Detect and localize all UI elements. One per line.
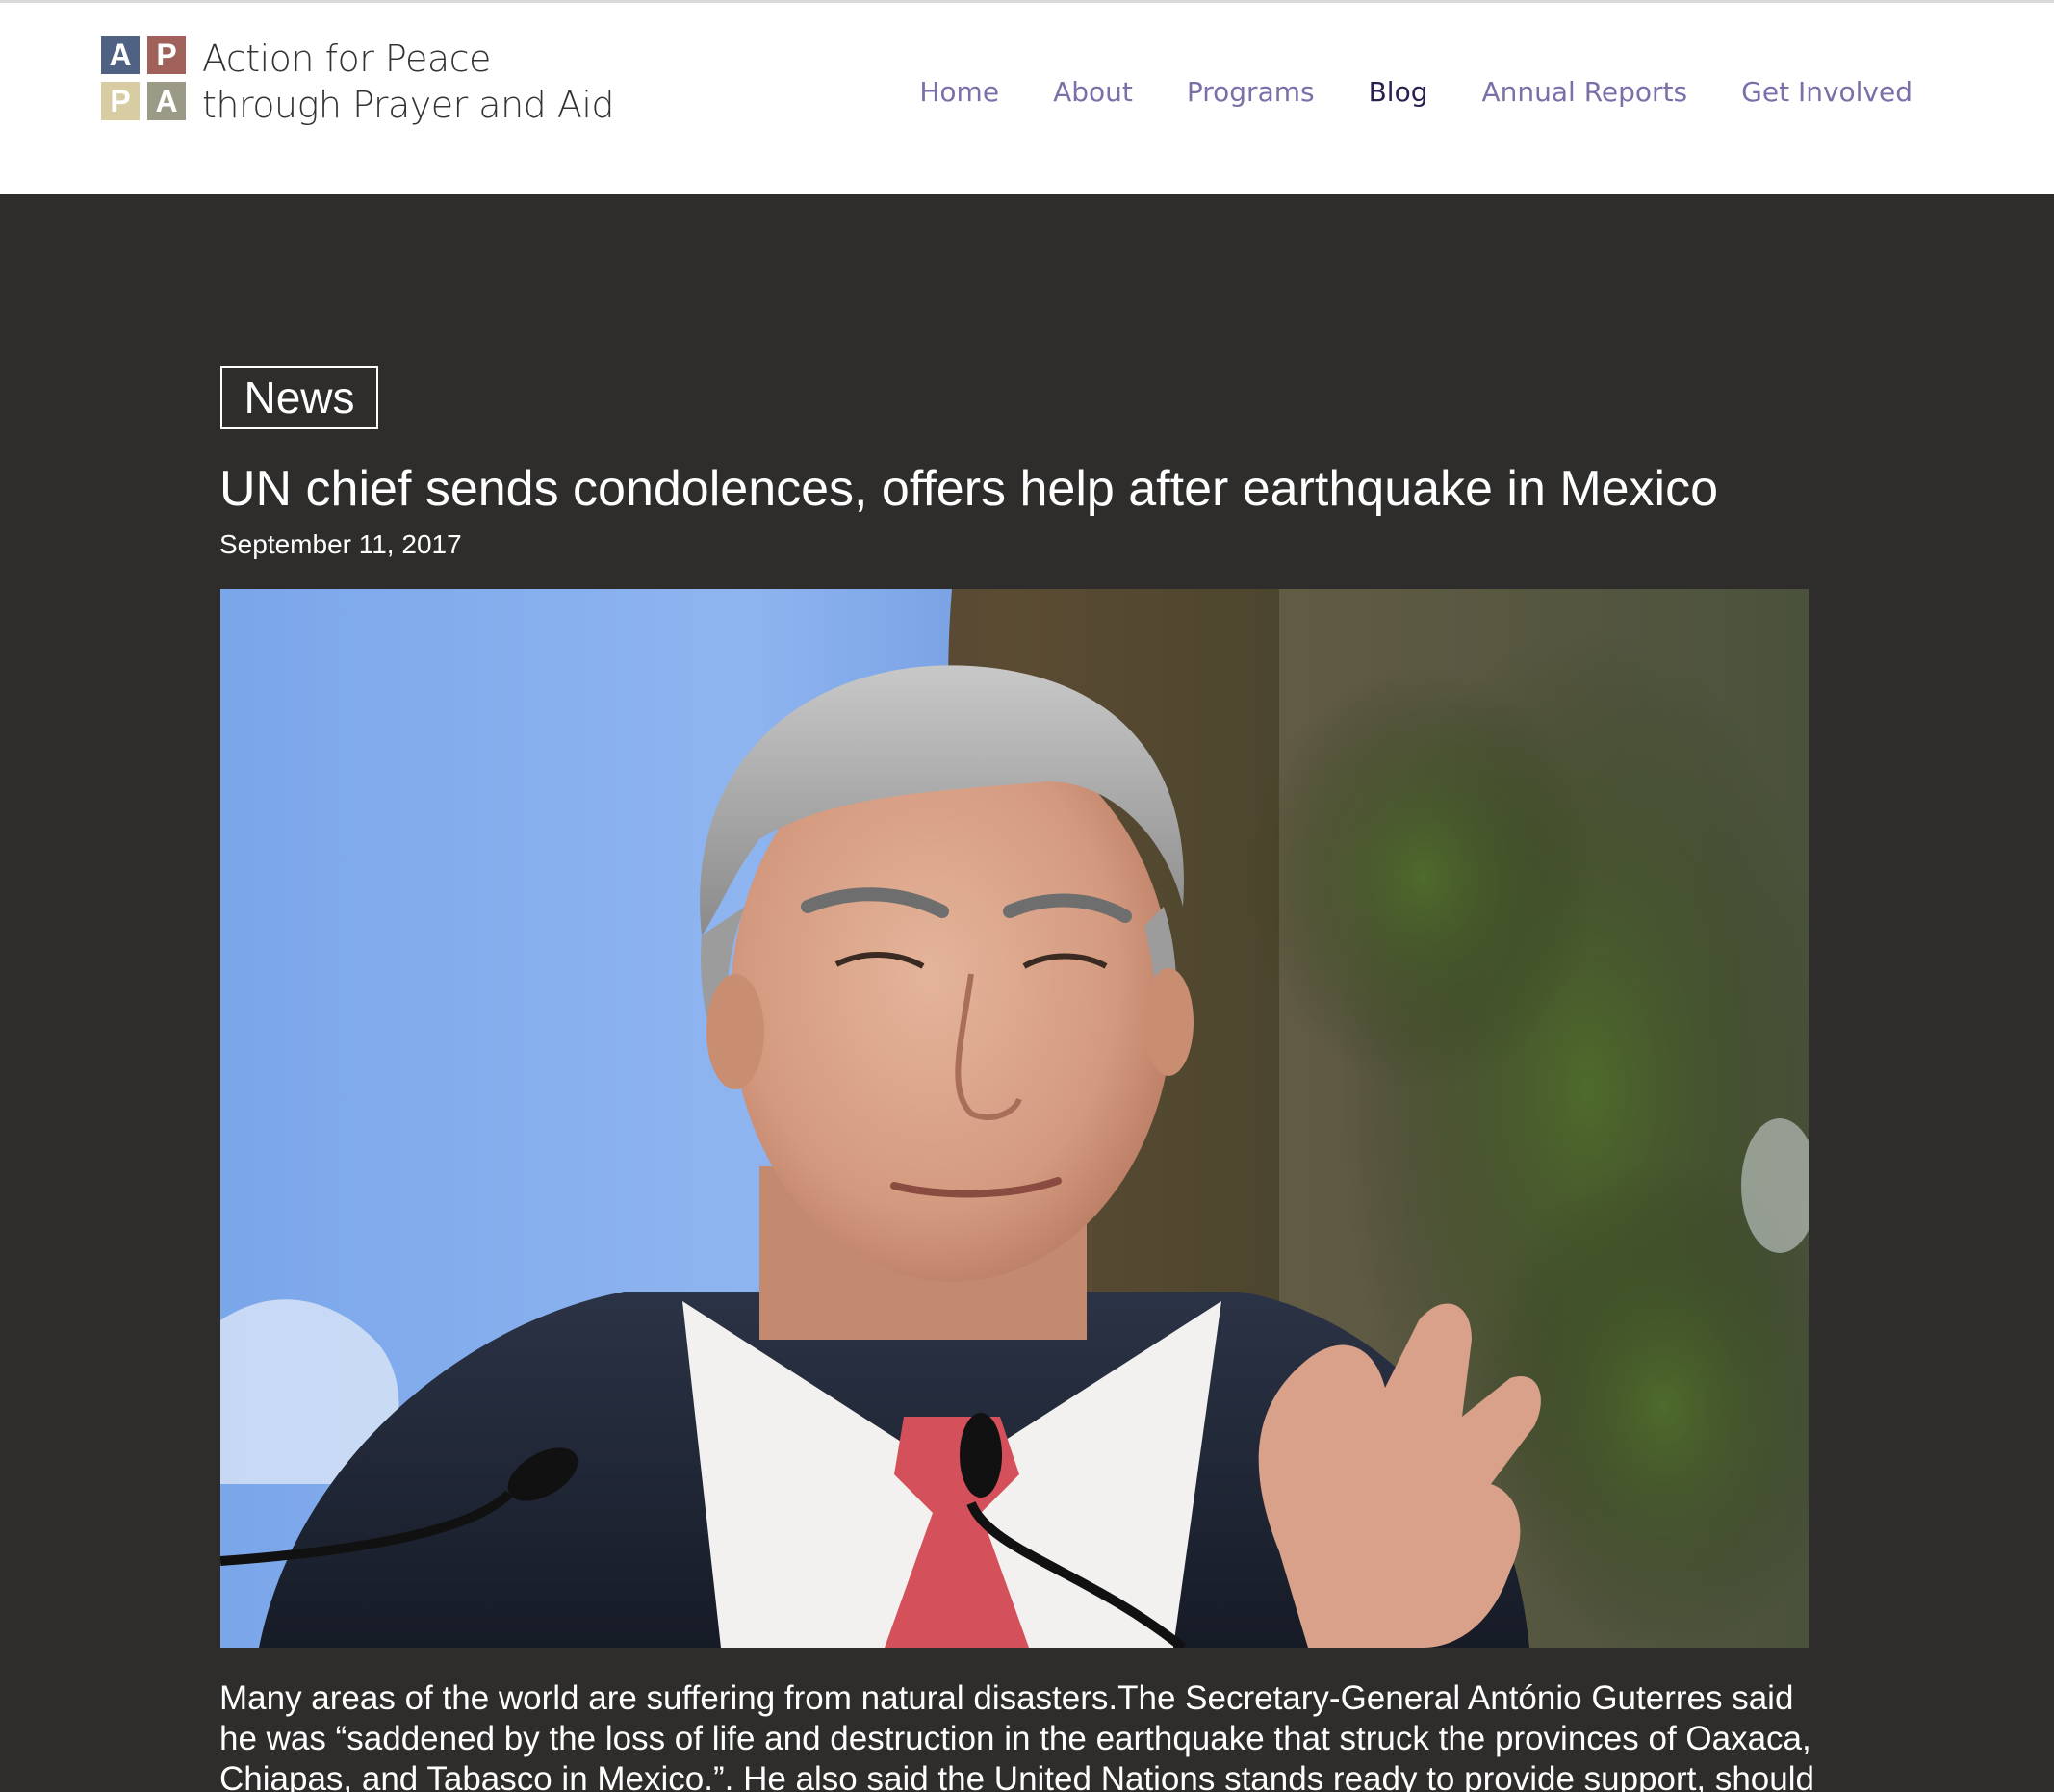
nav-programs[interactable]: Programs [1187, 76, 1315, 108]
nav-blog[interactable]: Blog [1369, 76, 1428, 108]
article-title: UN chief sends condolences, offers help … [219, 461, 1719, 517]
logo-mark: A P P A [101, 36, 188, 122]
nav-get-involved[interactable]: Get Involved [1741, 76, 1913, 108]
nav-home[interactable]: Home [919, 76, 999, 108]
nav-about[interactable]: About [1053, 76, 1133, 108]
logo-letter-a: A [147, 82, 186, 120]
logo-text: Action for Peace through Prayer and Aid [202, 36, 703, 128]
category-tag[interactable]: News [220, 366, 378, 429]
nav-annual-reports[interactable]: Annual Reports [1482, 76, 1688, 108]
article-photo [220, 589, 1809, 1648]
logo-line-2: through Prayer and Aid [202, 84, 615, 126]
logo-letter-p: P [147, 36, 186, 74]
logo-line-1: Action for Peace [202, 38, 491, 80]
main-nav: Home About Programs Blog Annual Reports … [919, 76, 1913, 108]
article-body: Many areas of the world are suffering fr… [219, 1679, 1814, 1792]
site-header: A P P A Action for Peace through Prayer … [0, 0, 2054, 194]
article-date: September 11, 2017 [219, 529, 462, 559]
page: A P P A Action for Peace through Prayer … [0, 0, 2054, 1792]
logo-letter-a: A [101, 36, 140, 74]
logo-letter-p: P [101, 82, 140, 120]
